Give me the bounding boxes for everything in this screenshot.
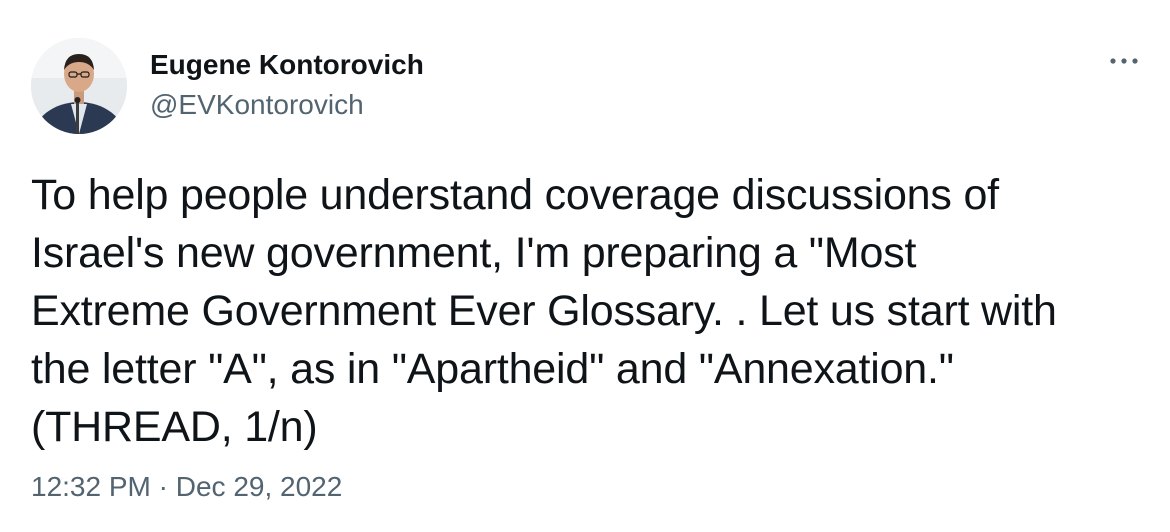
author-handle[interactable]: @EVKontorovich	[150, 88, 364, 122]
more-horizontal-icon	[1110, 58, 1138, 64]
tweet-date: Dec 29, 2022	[175, 471, 343, 502]
avatar[interactable]	[31, 38, 127, 134]
more-options-button[interactable]	[1104, 50, 1144, 72]
author-display-name[interactable]: Eugene Kontorovich	[150, 48, 424, 82]
tweet-text: To help people understand coverage discu…	[31, 166, 1141, 456]
tweet-text-line: To help people understand coverage discu…	[31, 171, 999, 219]
tweet-text-line: Israel's new government, I'm preparing a…	[31, 229, 917, 277]
meta-separator: ·	[158, 471, 168, 502]
tweet-text-line: (THREAD, 1/n)	[31, 403, 318, 451]
profile-photo-icon	[31, 38, 127, 134]
tweet-card: Eugene Kontorovich @EVKontorovich To hel…	[0, 0, 1170, 532]
tweet-text-line: the letter "A", as in "Apartheid" and "A…	[31, 345, 954, 393]
tweet-timestamp[interactable]: 12:32 PM · Dec 29, 2022	[31, 470, 342, 504]
tweet-text-line: Extreme Government Ever Glossary. . Let …	[31, 287, 1057, 335]
tweet-time: 12:32 PM	[31, 471, 151, 502]
